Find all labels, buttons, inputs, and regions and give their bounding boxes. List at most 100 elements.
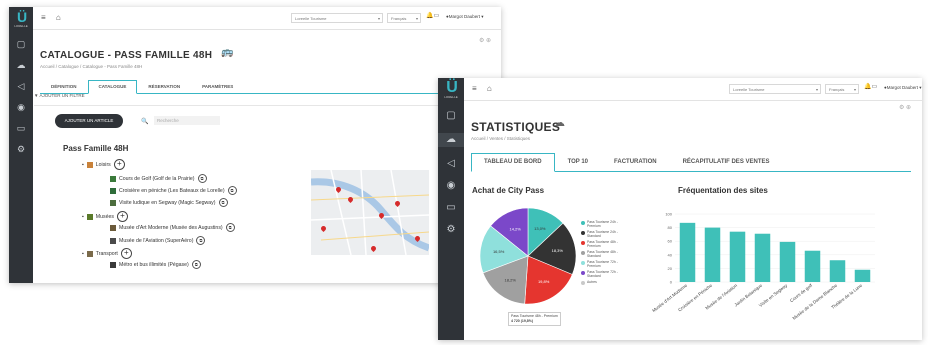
- legend-item[interactable]: Pass Tourisme 48h - Premium: [581, 240, 627, 248]
- bar[interactable]: [679, 222, 696, 282]
- item-label: Visite ludique en Segway (Magic Segway): [119, 199, 216, 206]
- page-title: STATISTIQUES: [471, 120, 561, 134]
- organisation-select[interactable]: Loreelle Tourisme ▾: [291, 13, 383, 23]
- copy-icon[interactable]: ⧉: [218, 198, 228, 207]
- copy-icon[interactable]: ⧉: [197, 174, 207, 183]
- legend-label: Pass Tourisme 72h - Premium: [587, 260, 618, 268]
- legend-item[interactable]: Autres: [581, 280, 627, 285]
- copy-icon[interactable]: ⧉: [191, 260, 201, 269]
- tree-item-croisiere[interactable]: Croisière en péniche (Les Bateaux de Lor…: [110, 186, 237, 195]
- add-icon[interactable]: +: [116, 211, 128, 222]
- megaphone-icon[interactable]: ◁: [9, 81, 33, 91]
- tree-item-segway[interactable]: Visite ludique en Segway (Magic Segway) …: [110, 198, 228, 207]
- catalog-icon[interactable]: ▢: [438, 111, 464, 121]
- eye-icon[interactable]: ◉: [9, 102, 33, 112]
- tree-category-transport[interactable]: ▪ Transport +: [82, 248, 132, 259]
- y-tick-label: 0: [670, 280, 673, 285]
- notification-icon[interactable]: 🔔▭: [864, 83, 877, 90]
- category-icon: [86, 161, 93, 168]
- app-logo[interactable]: Ü LORELLE: [9, 10, 33, 28]
- legend-label: Pass Tourisme 48h - Standard: [587, 250, 618, 258]
- organisation-select[interactable]: Loreelle Tourisme ▾: [729, 84, 821, 94]
- bar[interactable]: [754, 233, 771, 282]
- add-article-button[interactable]: AJOUTER UN ARTICLE: [55, 114, 123, 128]
- legend-swatch: [581, 251, 585, 255]
- map-view[interactable]: [311, 170, 429, 255]
- truck-icon[interactable]: ▭: [438, 203, 464, 213]
- item-label: Métro et bus illimités (Pégase): [119, 261, 189, 268]
- copy-icon[interactable]: ⧉: [196, 236, 206, 245]
- catalog-icon[interactable]: ▢: [9, 39, 33, 49]
- copy-icon[interactable]: ⧉: [227, 186, 237, 195]
- statistiques-window: Ü LORELLE ▢ ☁ ◁ ◉ ▭ ⚙ ≡ ⌂ Loreelle Touri…: [438, 78, 922, 340]
- category-icon: [86, 250, 93, 257]
- tab-catalogue[interactable]: CATALOGUE: [87, 80, 138, 94]
- tab-top-10[interactable]: TOP 10: [555, 153, 601, 171]
- home-icon[interactable]: ⌂: [487, 84, 492, 93]
- tree-item-musee-art[interactable]: Musée d'Art Moderne (Musée des Augustins…: [110, 223, 235, 232]
- top-bar: ≡ ⌂ Loreelle Tourisme ▾ Français ▾ 🔔▭ ●Mar…: [33, 7, 501, 30]
- add-icon[interactable]: +: [120, 248, 132, 259]
- bar[interactable]: [804, 250, 821, 282]
- cloud-icon[interactable]: ☁: [438, 133, 464, 147]
- tooltip-value: 4 720 (19,8%): [511, 319, 533, 323]
- item-icon: [110, 237, 116, 244]
- cloud-icon[interactable]: ☁: [9, 60, 33, 70]
- bullet: ▪: [82, 213, 84, 220]
- tree-category-musees[interactable]: ▪ Musées +: [82, 211, 128, 222]
- bar[interactable]: [704, 227, 721, 282]
- tab-bar: DÉFINITION CATALOGUE RÉSERVATION PARAMÈT…: [40, 80, 495, 94]
- menu-icon[interactable]: ≡: [472, 84, 477, 93]
- y-tick-label: 60: [668, 239, 673, 244]
- eye-icon[interactable]: ◉: [438, 181, 464, 191]
- legend-swatch: [581, 241, 585, 245]
- tab-reservation[interactable]: RÉSERVATION: [137, 80, 191, 93]
- tree-category-loisirs[interactable]: ▪ Loisirs +: [82, 159, 125, 170]
- pie-tooltip: Pass Tourisme 48h - Premium 4 720 (19,8%…: [508, 312, 561, 326]
- category-label: Loisirs: [95, 161, 111, 168]
- logo-text: LORELLE: [14, 24, 28, 28]
- notification-icon[interactable]: 🔔▭: [426, 12, 439, 19]
- tree-item-metro[interactable]: Métro et bus illimités (Pégase) ⧉: [110, 260, 201, 269]
- home-icon[interactable]: ⌂: [56, 13, 61, 22]
- legend-item[interactable]: Pass Tourisme 24h - Premium: [581, 220, 627, 228]
- y-tick-label: 100: [665, 212, 672, 217]
- cloud-chart-icon: ☁: [554, 117, 565, 129]
- bar[interactable]: [729, 231, 746, 282]
- breadcrumb: Accueil / Catalogue / Catalogue - Pass F…: [40, 64, 143, 69]
- language-select[interactable]: Français ▾: [387, 13, 421, 23]
- legend-item[interactable]: Pass Tourisme 48h - Standard: [581, 250, 627, 258]
- add-icon[interactable]: +: [113, 159, 125, 170]
- gear-icon[interactable]: ⚙: [9, 144, 33, 154]
- user-menu[interactable]: ●Margot Daubert ▾: [446, 14, 484, 20]
- truck-icon[interactable]: ▭: [9, 123, 33, 133]
- gear-icon[interactable]: ⚙: [438, 225, 464, 235]
- x-tick-label: Musée de la Dame Blanche: [791, 283, 838, 321]
- legend-item[interactable]: Pass Tourisme 24h - Standard: [581, 230, 627, 238]
- tab-definition[interactable]: DÉFINITION: [40, 80, 88, 93]
- menu-icon[interactable]: ≡: [41, 13, 46, 22]
- chevron-down-icon: ▾: [853, 87, 856, 92]
- bar[interactable]: [854, 269, 871, 282]
- pie-slice-label: 13,0%: [534, 226, 546, 231]
- tab-facturation[interactable]: FACTURATION: [601, 153, 670, 171]
- bar[interactable]: [779, 241, 796, 282]
- bar[interactable]: [829, 260, 846, 282]
- settings-small-icon[interactable]: ⚙ ⊕: [479, 37, 491, 44]
- legend-item[interactable]: Pass Tourisme 72h - Standard: [581, 270, 627, 278]
- settings-small-icon[interactable]: ⚙ ⊕: [899, 104, 911, 111]
- add-filter-toggle[interactable]: ▼ AJOUTER UN FILTRE: [34, 93, 85, 98]
- tree-item-aviation[interactable]: Musée de l'Aviation (SuperAéro) ⧉: [110, 236, 206, 245]
- user-menu[interactable]: ●Margot Daubert ▾: [884, 85, 922, 91]
- search-input[interactable]: Recherche: [154, 116, 220, 125]
- tab-recapitulatif[interactable]: RÉCAPITULATIF DES VENTES: [670, 153, 783, 171]
- tree-item-golf[interactable]: Cours de Golf (Golf de la Prairie) ⧉: [110, 174, 207, 183]
- tab-tableau-de-bord[interactable]: TABLEAU DE BORD: [471, 153, 555, 172]
- copy-icon[interactable]: ⧉: [225, 223, 235, 232]
- app-logo[interactable]: Ü LORELLE: [438, 80, 464, 100]
- legend-item[interactable]: Pass Tourisme 72h - Premium: [581, 260, 627, 268]
- tab-parametres[interactable]: PARAMÈTRES: [191, 80, 244, 93]
- megaphone-icon[interactable]: ◁: [438, 159, 464, 169]
- bar-chart: 020406080100Musée d'Art ModerneCroisière…: [651, 212, 875, 321]
- language-select[interactable]: Français ▾: [825, 84, 859, 94]
